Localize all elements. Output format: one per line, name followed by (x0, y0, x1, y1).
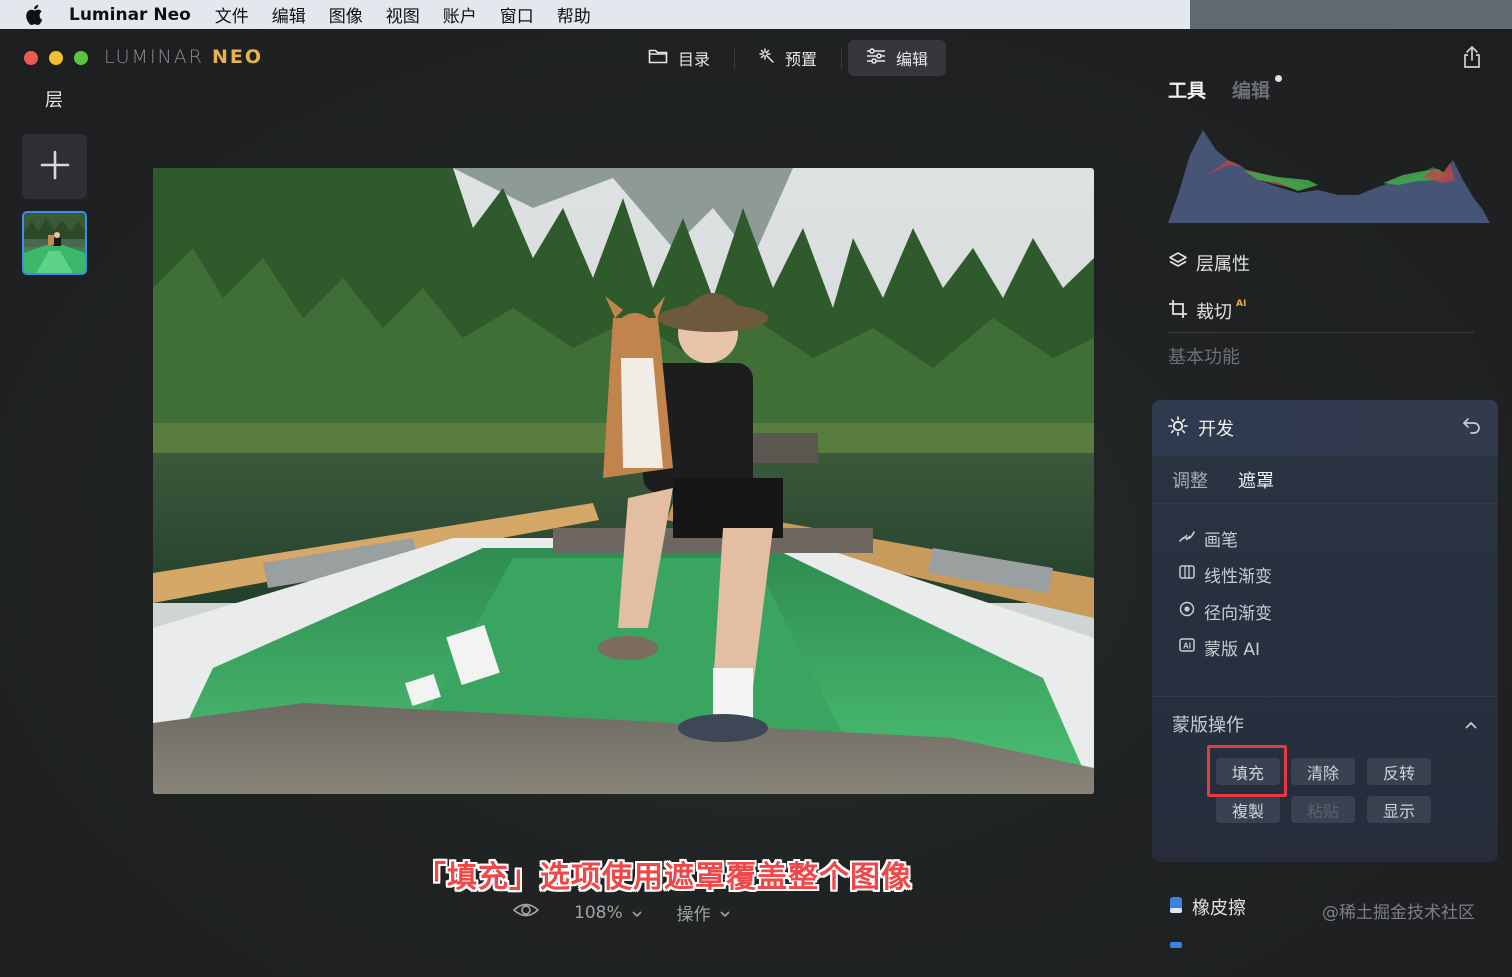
tutorial-caption: 「填充」选项使用遮罩覆盖整个图像 (416, 860, 912, 895)
system-menubar: Luminar Neo 文件 编辑 图像 视图 账户 窗口 帮助 (0, 0, 1190, 29)
eraser-label: 橡皮擦 (1192, 898, 1246, 919)
mode-catalog-label: 目录 (678, 50, 711, 69)
app-name-menu[interactable]: Luminar Neo (69, 5, 191, 25)
mode-edit-label: 编辑 (896, 50, 929, 69)
crop-tool[interactable]: 裁切 AI (1168, 298, 1246, 324)
menu-view[interactable]: 视图 (386, 2, 420, 27)
undo-icon[interactable] (1462, 417, 1482, 440)
mask-tool-brush-label: 画笔 (1204, 530, 1238, 551)
edits-indicator-dot (1275, 75, 1282, 82)
eraser-icon (1168, 895, 1184, 920)
brand-logo: LUMINAR NEO (104, 46, 263, 68)
mask-tool-mask-ai-label: 蒙版 AI (1204, 640, 1261, 661)
section-basic-heading: 基本功能 (1168, 347, 1240, 368)
layer-properties-tool[interactable]: 层属性 (1168, 250, 1250, 276)
menu-window[interactable]: 窗口 (500, 2, 534, 27)
layer-thumbnail[interactable] (22, 211, 87, 275)
mask-tool-brush[interactable]: 画笔 (1178, 520, 1498, 557)
chevron-down-icon (631, 903, 643, 923)
mask-copy-button[interactable]: 複製 (1216, 796, 1280, 823)
mask-show-button[interactable]: 显示 (1367, 796, 1431, 823)
zoom-value: 108% (574, 902, 623, 923)
mask-clear-button[interactable]: 清除 (1291, 758, 1355, 785)
develop-header[interactable]: 开发 (1152, 400, 1498, 456)
share-icon[interactable] (1462, 45, 1486, 71)
watermark-text: @稀土掘金技术社区 (1322, 903, 1475, 923)
develop-title: 开发 (1198, 419, 1234, 440)
section-divider (1168, 332, 1474, 333)
menubar-background-strip (1190, 0, 1512, 29)
mask-tool-linear-gradient-label: 线性渐变 (1204, 567, 1272, 588)
mask-tool-radial-gradient[interactable]: 径向渐变 (1178, 593, 1498, 630)
menu-edit[interactable]: 编辑 (272, 2, 306, 27)
canvas-bottom-bar: 108% 操作 (512, 900, 731, 925)
menu-file[interactable]: 文件 (215, 2, 249, 27)
zoom-dropdown[interactable]: 108% (574, 903, 643, 923)
histogram (1168, 125, 1490, 223)
linear-gradient-icon (1178, 564, 1196, 585)
actions-dropdown[interactable]: 操作 (677, 900, 731, 925)
mode-presets-label: 预置 (785, 50, 818, 69)
layers-icon (1168, 251, 1188, 276)
zoom-window-button[interactable] (74, 51, 88, 65)
mode-divider (841, 47, 843, 69)
crop-ai-badge: AI (1236, 299, 1247, 309)
mask-tool-mask-ai[interactable]: AI 蒙版 AI (1178, 630, 1498, 667)
menu-help[interactable]: 帮助 (557, 2, 591, 27)
tab-adjust[interactable]: 调整 (1172, 467, 1208, 493)
plus-icon (40, 150, 70, 184)
brand-main: LUMINAR (104, 46, 204, 68)
actions-label: 操作 (676, 905, 711, 925)
tab-tools[interactable]: 工具 (1168, 76, 1206, 103)
apple-logo-icon[interactable] (25, 4, 47, 26)
mode-divider (734, 47, 736, 69)
svg-text:AI: AI (1183, 642, 1191, 651)
layers-panel-title: 层 (45, 90, 63, 111)
brand-accent: NEO (212, 46, 264, 68)
preview-toggle[interactable] (512, 901, 540, 924)
crop-icon (1168, 299, 1188, 324)
develop-tool-panel: 开发 调整 遮罩 画笔 线性渐变 径向渐变 AI 蒙版 AI 蒙版操作 (1152, 400, 1498, 862)
crop-label: 裁切 (1196, 302, 1232, 323)
mode-catalog[interactable]: 目录 (630, 40, 728, 76)
tab-mask[interactable]: 遮罩 (1238, 467, 1274, 493)
sparkle-icon (759, 48, 775, 68)
mask-invert-button[interactable]: 反转 (1367, 758, 1431, 785)
tab-edits[interactable]: 编辑 (1232, 76, 1270, 103)
sliders-icon (866, 48, 886, 68)
mask-paste-button: 粘贴 (1291, 796, 1355, 823)
minimize-window-button[interactable] (49, 51, 63, 65)
close-window-button[interactable] (24, 51, 38, 65)
mask-tool-list: 画笔 线性渐变 径向渐变 AI 蒙版 AI (1152, 504, 1498, 666)
chevron-down-icon (719, 903, 731, 923)
mask-ai-icon: AI (1178, 637, 1196, 658)
mask-operations-header[interactable]: 蒙版操作 (1152, 696, 1498, 737)
eye-icon (512, 901, 540, 924)
folder-icon (648, 48, 668, 68)
develop-subtabs: 调整 遮罩 (1152, 456, 1498, 504)
main-photo[interactable] (153, 168, 1094, 794)
mask-tool-linear-gradient[interactable]: 线性渐变 (1178, 557, 1498, 594)
mode-presets[interactable]: 预置 (741, 40, 835, 76)
fill-highlight-annotation (1207, 745, 1287, 797)
menu-account[interactable]: 账户 (443, 2, 477, 27)
mask-operations-title: 蒙版操作 (1172, 715, 1244, 736)
radial-gradient-icon (1178, 601, 1196, 622)
layer-properties-label: 层属性 (1196, 254, 1250, 275)
mode-edit[interactable]: 编辑 (848, 40, 947, 76)
mode-switcher: 目录 预置 编辑 (630, 40, 947, 76)
brush-icon (1178, 528, 1196, 549)
add-layer-button[interactable] (22, 134, 87, 199)
chevron-up-icon[interactable] (1464, 714, 1478, 735)
next-tool-icon (1170, 942, 1182, 948)
eraser-tool[interactable]: 橡皮擦 (1168, 894, 1246, 920)
menu-image[interactable]: 图像 (329, 2, 363, 27)
sun-icon (1168, 415, 1188, 441)
mask-tool-radial-gradient-label: 径向渐变 (1204, 603, 1272, 624)
